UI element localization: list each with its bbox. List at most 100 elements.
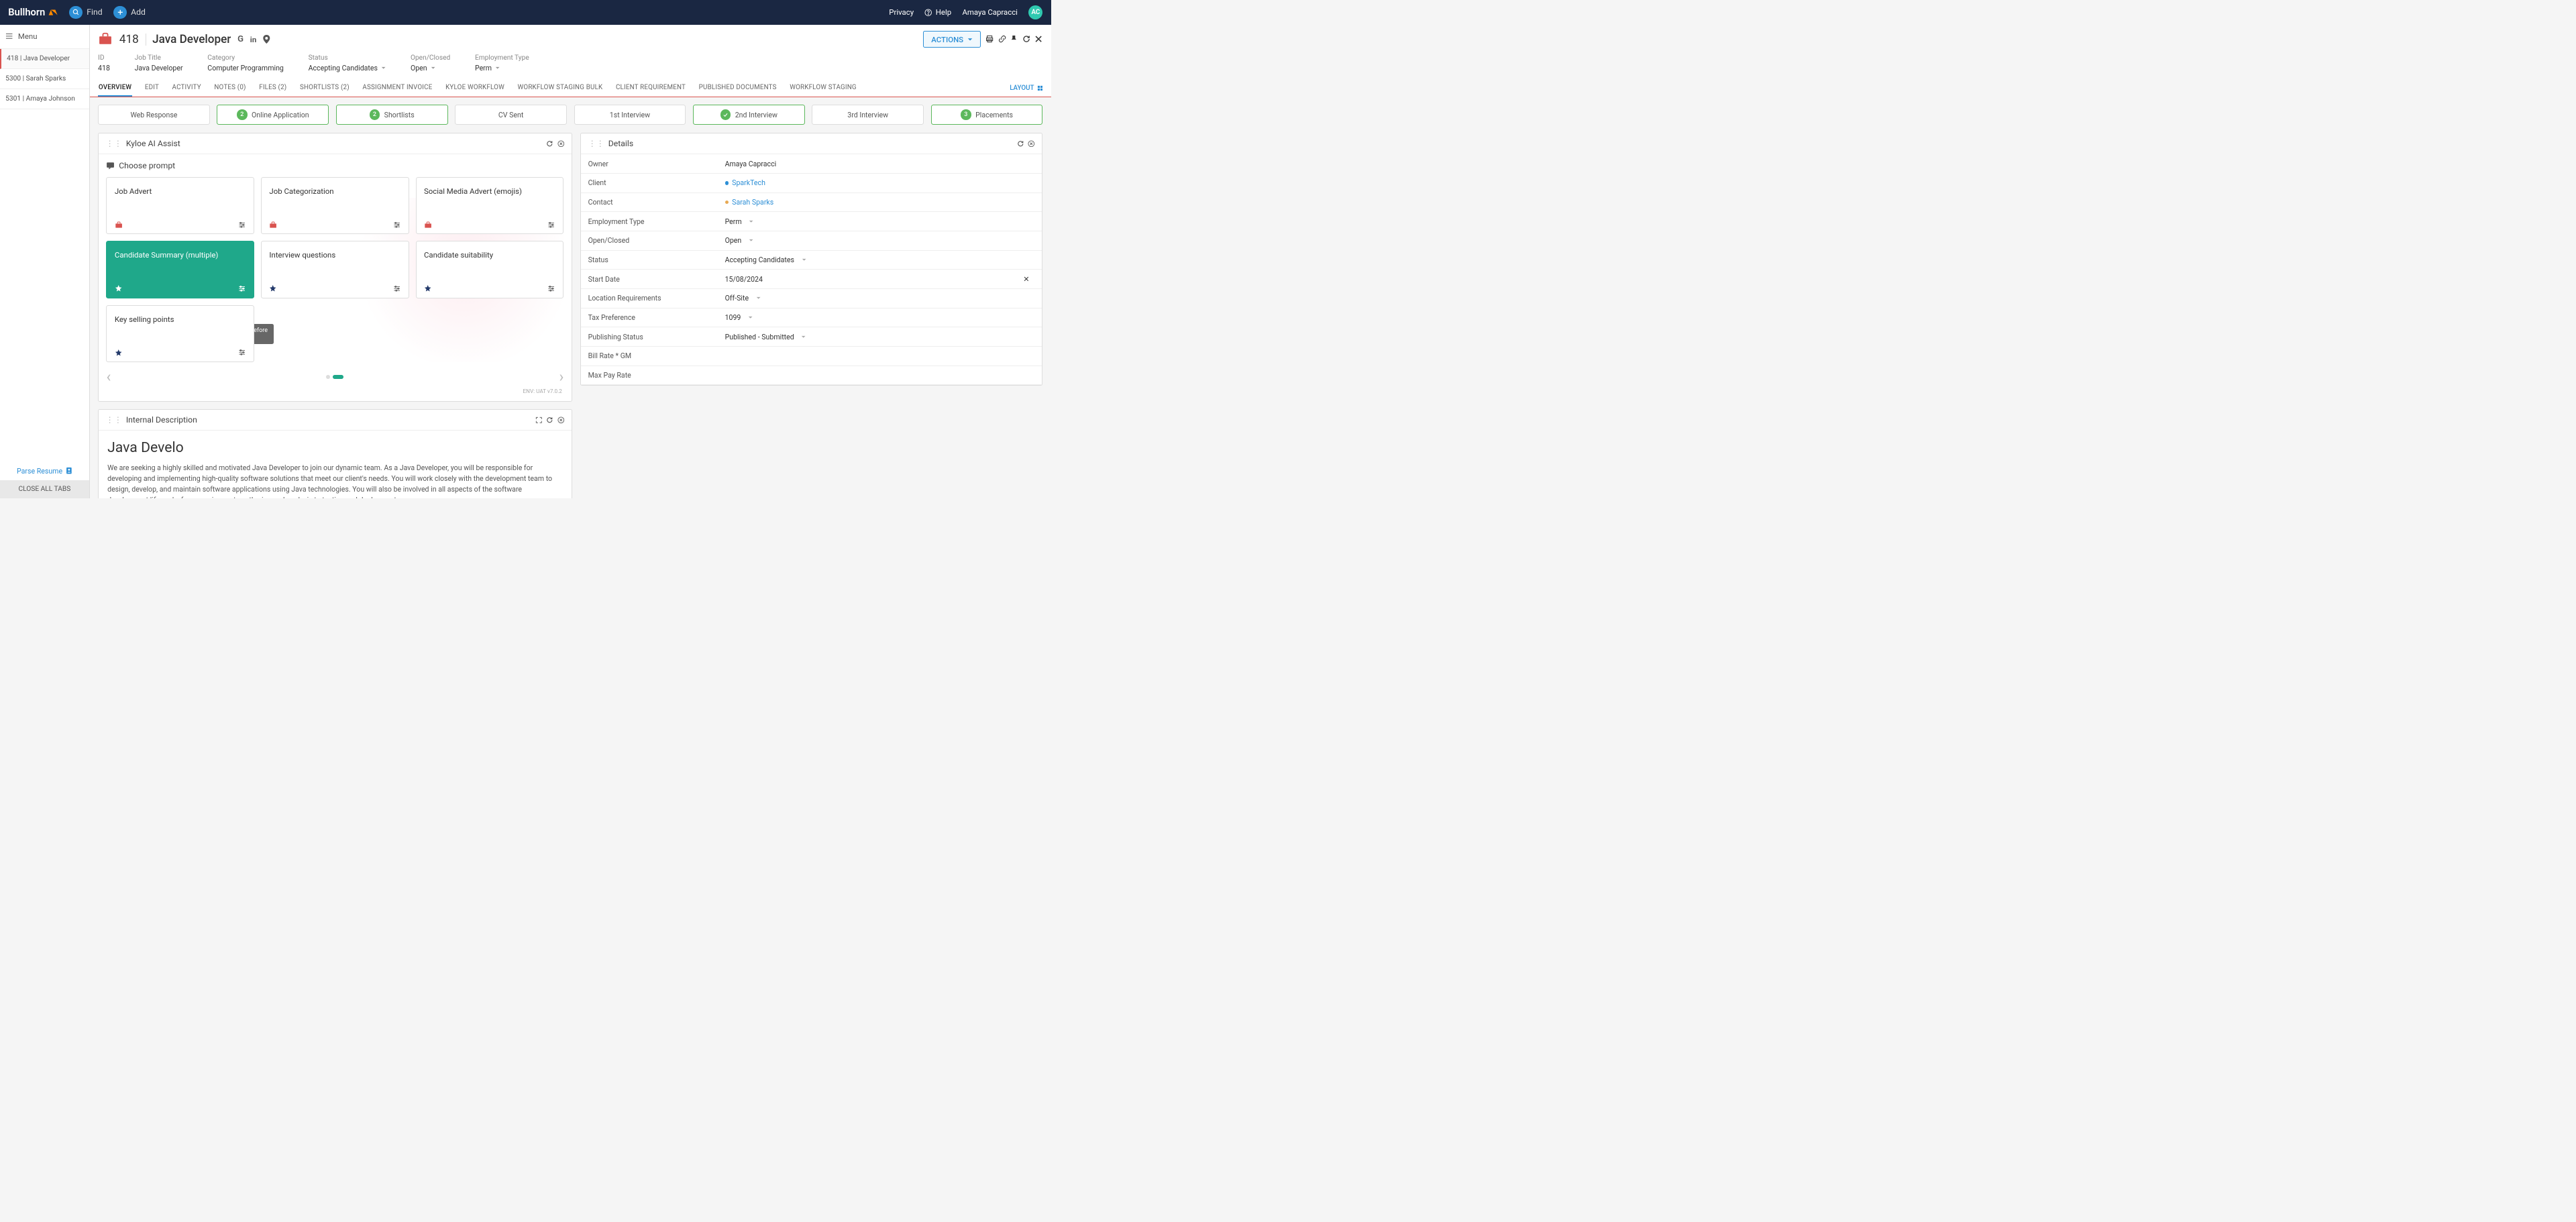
find-button[interactable]: Find [69,6,103,19]
stage-pill[interactable]: CV Sent [455,105,567,125]
record-field: Job TitleJava Developer [135,54,183,72]
briefcase-icon [115,221,123,229]
chevron-down-icon [802,258,806,262]
stage-pill[interactable]: Web Response [98,105,210,125]
record-tab[interactable]: OVERVIEW [98,80,132,96]
sidebar-tab[interactable]: 5300 | Sarah Sparks [0,69,89,89]
sidebar: Menu 418 | Java Developer5300 | Sarah Sp… [0,25,90,499]
sliders-icon[interactable] [393,285,400,292]
record-tab[interactable]: CLIENT REQUIREMENT [615,80,686,96]
record-tab[interactable]: ASSIGNMENT INVOICE [362,80,433,96]
prompt-card[interactable]: Social Media Advert (emojis) [416,177,564,235]
record-tab[interactable]: EDIT [144,80,160,96]
detail-row: Start Date15/08/2024 [581,270,1042,289]
layout-button[interactable]: LAYOUT [1010,80,1042,96]
next-page-icon[interactable]: › [559,368,564,386]
panel-title: Details [608,139,633,148]
chevron-down-icon [749,220,753,223]
detail-row: Location RequirementsOff-Site [581,289,1042,309]
menu-button[interactable]: Menu [0,25,89,49]
record-tab[interactable]: NOTES (0) [214,80,247,96]
top-nav: Bullhorn Find Add Privacy Help Amaya Cap… [0,0,1051,25]
stage-pill[interactable]: 3rd Interview [812,105,924,125]
pin-icon[interactable] [1010,35,1018,43]
close-panel-icon[interactable] [557,416,565,424]
location-pin-icon[interactable] [263,35,270,44]
print-icon[interactable] [985,35,994,43]
plus-icon [113,6,127,19]
chevron-down-icon [495,66,500,70]
help-link[interactable]: Help [924,7,951,17]
stage-pill[interactable]: 2nd Interview [693,105,805,125]
linkedin-icon[interactable]: in [250,35,256,44]
user-menu[interactable]: Amaya Capracci [962,7,1018,17]
close-icon[interactable] [1034,35,1042,43]
status-dot-icon [725,181,729,185]
close-panel-icon[interactable] [1028,140,1035,148]
prompt-card[interactable]: Job Categorization [261,177,409,235]
detail-row: Open/ClosedOpen [581,231,1042,251]
chevron-down-icon [431,66,435,70]
detail-row: Bill Rate * GM [581,347,1042,366]
record-title: Java Developer [152,33,231,46]
star-icon [115,284,122,292]
parse-resume-link[interactable]: Parse Resume [0,461,89,480]
close-panel-icon[interactable] [557,140,565,148]
stage-pill[interactable]: 2Shortlists [336,105,448,125]
record-tab[interactable]: WORKFLOW STAGING BULK [517,80,604,96]
record-field: ID418 [98,54,110,72]
record-tab[interactable]: FILES (2) [258,80,287,96]
actions-button[interactable]: ACTIONS [923,31,981,48]
prompt-card[interactable]: Candidate Summary (multiple) [106,241,254,298]
description-heading: Java Develo [107,439,563,456]
status-dot-icon [725,201,729,205]
drag-handle-icon[interactable]: ⋮⋮ [106,415,122,425]
sliders-icon[interactable] [238,221,246,229]
google-icon[interactable]: G [237,34,244,44]
sidebar-tab[interactable]: 5301 | Amaya Johnson [0,89,89,109]
sliders-icon[interactable] [547,285,555,292]
prompt-card[interactable]: Job Advert [106,177,254,235]
stage-pill[interactable]: 1st Interview [574,105,686,125]
sliders-icon[interactable] [547,221,555,229]
refresh-icon[interactable] [546,416,553,424]
record-tab[interactable]: ACTIVITY [172,80,202,96]
record-field: CategoryComputer Programming [207,54,284,72]
prev-page-icon[interactable]: ‹ [106,368,111,386]
sliders-icon[interactable] [393,221,400,229]
clear-icon[interactable] [1023,276,1030,282]
stage-pill[interactable]: 3Placements [931,105,1043,125]
refresh-icon[interactable] [1022,35,1030,43]
detail-row: Tax Preference1099 [581,309,1042,328]
avatar[interactable]: AC [1028,5,1042,19]
expand-icon[interactable] [535,416,543,424]
prompt-card[interactable]: Key selling points [106,305,254,363]
internal-description-panel: ⋮⋮ Internal Description Java Develo We a… [98,409,572,498]
detail-row: Max Pay Rate [581,366,1042,386]
link-icon[interactable] [998,35,1006,43]
workflow-stages: Web Response 2Online Application 2Shortlis… [90,97,1051,133]
record-tab[interactable]: PUBLISHED DOCUMENTS [698,80,777,96]
record-id: 418 [119,33,139,46]
stage-pill[interactable]: 2Online Application [217,105,329,125]
chevron-down-icon [748,316,753,319]
grid-icon [1037,85,1043,91]
drag-handle-icon[interactable]: ⋮⋮ [588,139,604,148]
prompt-card[interactable]: Interview questions [261,241,409,298]
record-tab[interactable]: WORKFLOW STAGING [789,80,857,96]
chevron-down-icon [967,38,973,42]
prompt-card[interactable]: Candidate suitability [416,241,564,298]
sliders-icon[interactable] [238,285,246,292]
drag-handle-icon[interactable]: ⋮⋮ [106,139,122,148]
record-tab[interactable]: KYLOE WORKFLOW [445,80,505,96]
close-all-tabs-button[interactable]: CLOSE ALL TABS [0,480,89,498]
refresh-icon[interactable] [1017,140,1024,148]
detail-row: ClientSparkTech [581,174,1042,193]
detail-row: Employment TypePerm [581,212,1042,231]
privacy-link[interactable]: Privacy [889,7,914,17]
record-tab[interactable]: SHORTLISTS (2) [299,80,350,96]
refresh-icon[interactable] [546,140,553,148]
add-button[interactable]: Add [113,6,146,19]
sidebar-tab[interactable]: 418 | Java Developer [0,49,89,69]
sliders-icon[interactable] [238,349,246,356]
